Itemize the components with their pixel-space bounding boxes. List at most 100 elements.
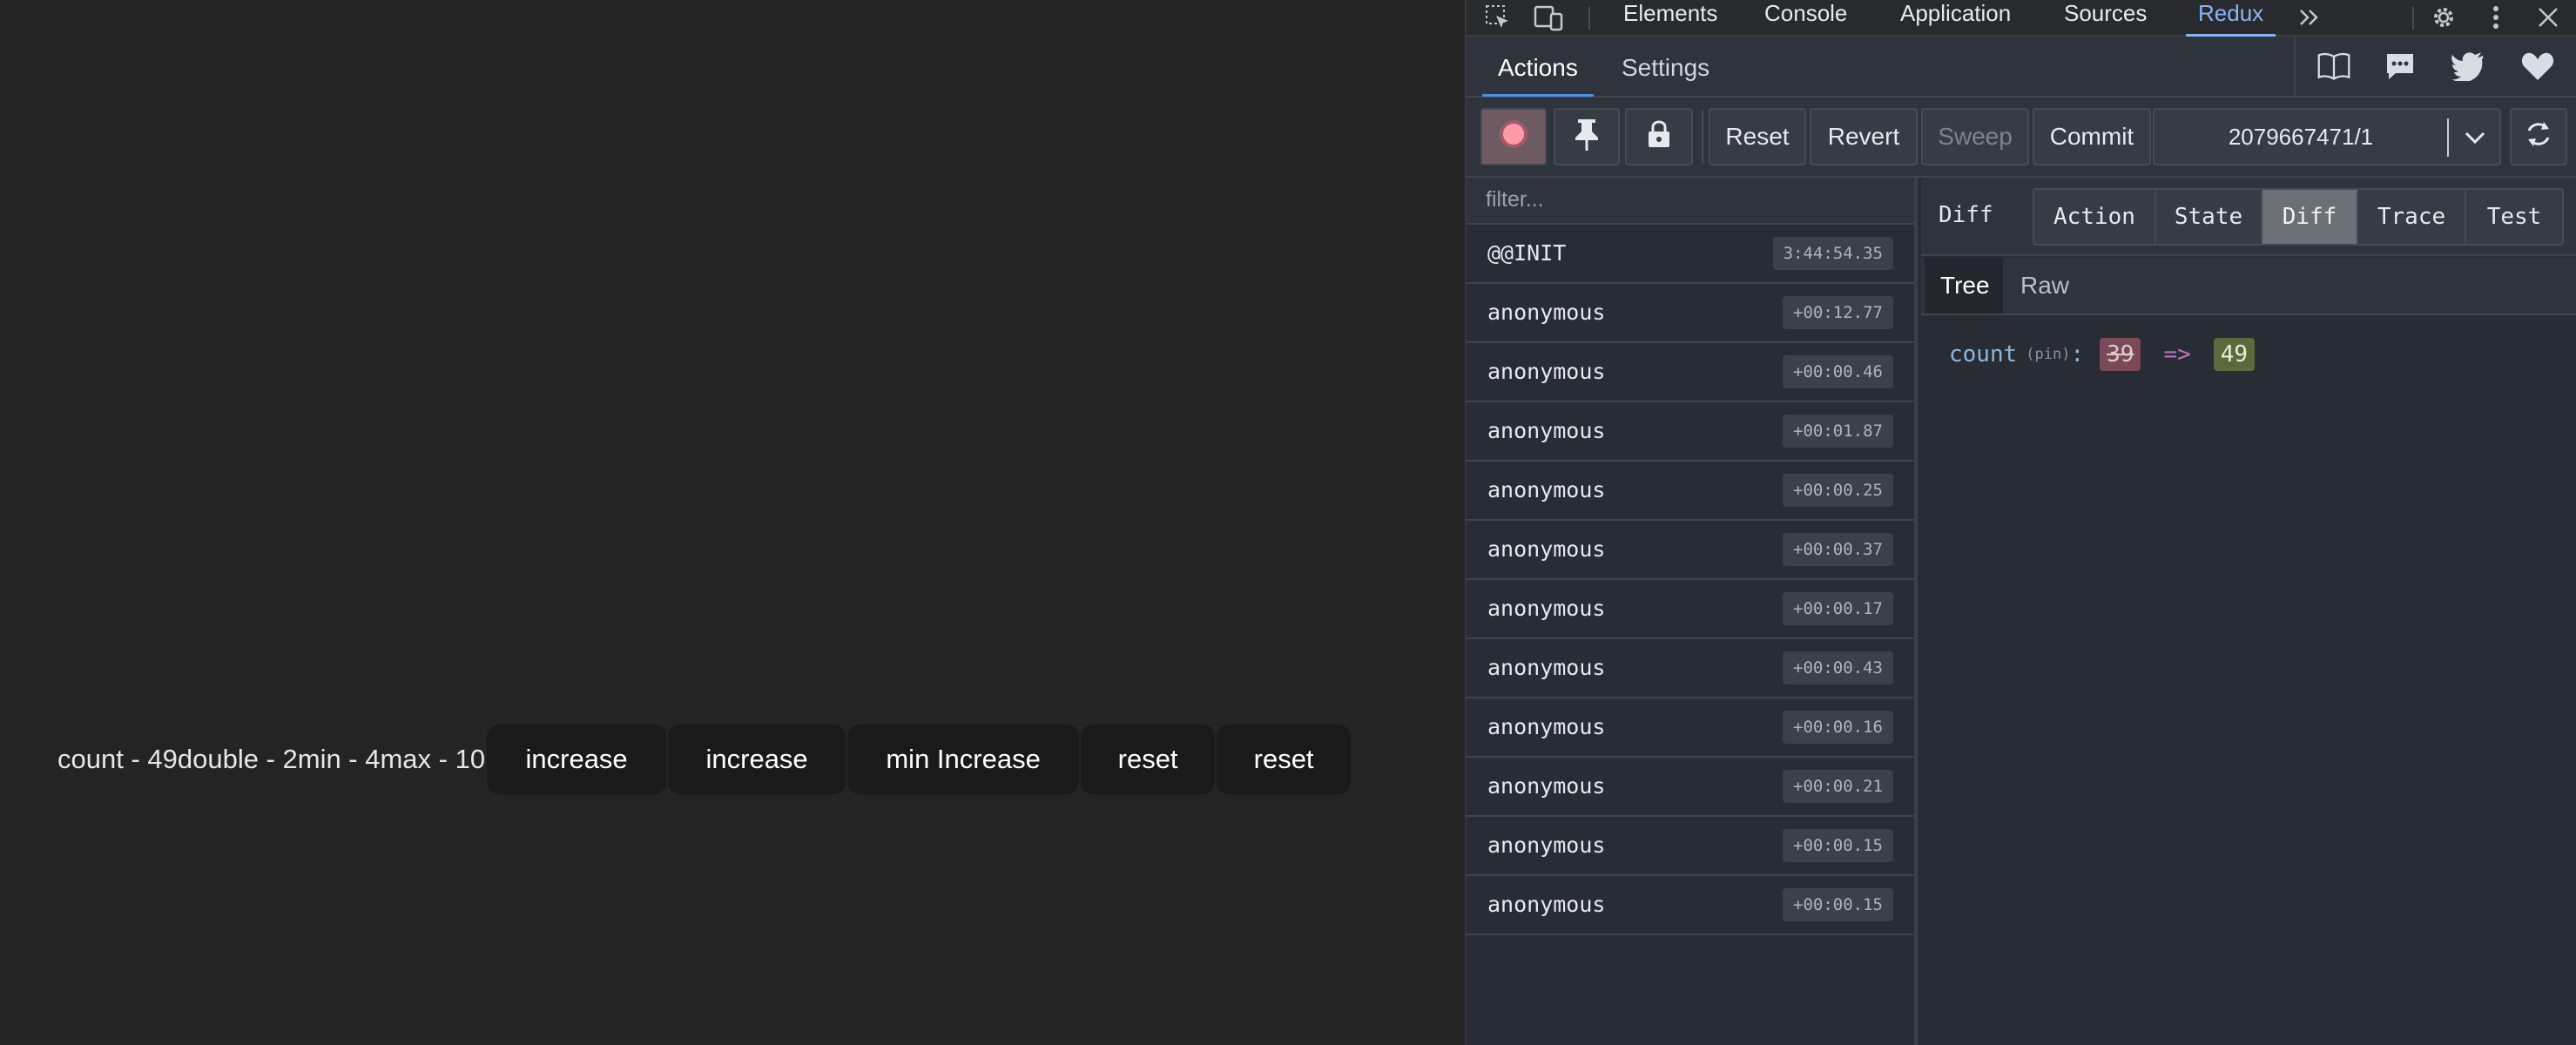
redux-header-icons xyxy=(2294,37,2576,96)
action-item[interactable]: anonymous +00:00.16 xyxy=(1467,698,1914,758)
pin-icon xyxy=(1572,117,1602,158)
tab-raw[interactable]: Raw xyxy=(2005,258,2085,314)
action-name: anonymous xyxy=(1487,536,1606,562)
action-name: anonymous xyxy=(1487,418,1606,443)
sweep-button[interactable]: Sweep xyxy=(1921,108,2029,165)
action-name: anonymous xyxy=(1487,714,1606,739)
tab-elements[interactable]: Elements xyxy=(1623,0,1717,35)
sync-icon xyxy=(2523,118,2554,156)
action-item[interactable]: anonymous +00:00.37 xyxy=(1467,521,1914,580)
settings-icon[interactable] xyxy=(2428,2,2459,33)
increase-button[interactable]: increase xyxy=(487,725,667,794)
action-time: 3:44:54.35 xyxy=(1772,237,1893,270)
action-time: +00:00.15 xyxy=(1783,888,1893,921)
heart-icon[interactable] xyxy=(2520,49,2555,84)
action-item[interactable]: anonymous +00:00.46 xyxy=(1467,343,1914,402)
book-icon[interactable] xyxy=(2316,49,2351,84)
diff-colon: : xyxy=(2070,341,2085,367)
diff-entry: count (pin) : 39 => 49 xyxy=(1949,334,2256,374)
tab-actions[interactable]: Actions xyxy=(1482,54,1594,97)
tab-sources[interactable]: Sources xyxy=(2064,0,2147,35)
app-viewport: count - 49double - 2min - 4max - 10 incr… xyxy=(0,0,1465,1045)
increase-button-2[interactable]: increase xyxy=(668,725,846,794)
diff-old-value: 39 xyxy=(2100,338,2141,371)
action-name: @@INIT xyxy=(1487,240,1567,266)
detail-pane: Diff Action State Diff Trace Test Tree R… xyxy=(1921,178,2576,1045)
toolbar-divider-2 xyxy=(2412,7,2414,30)
chevron-down-icon[interactable] xyxy=(2456,118,2494,157)
commit-button[interactable]: Commit xyxy=(2033,108,2151,165)
lock-icon xyxy=(1646,118,1672,156)
more-tabs-icon[interactable] xyxy=(2294,2,2325,33)
action-item[interactable]: anonymous +00:12.77 xyxy=(1467,284,1914,343)
tab-application[interactable]: Application xyxy=(1900,0,2011,35)
detail-header: Diff Action State Diff Trace Test xyxy=(1921,178,2576,256)
action-name: anonymous xyxy=(1487,892,1606,917)
action-time: +00:00.17 xyxy=(1783,592,1893,625)
lock-button[interactable] xyxy=(1625,108,1693,165)
device-toolbar-icon[interactable] xyxy=(1533,2,1564,33)
filter-bar xyxy=(1467,178,1914,225)
close-icon[interactable] xyxy=(2532,2,2564,33)
record-icon xyxy=(1496,117,1531,158)
min-increase-button[interactable]: min Increase xyxy=(847,725,1080,794)
action-name: anonymous xyxy=(1487,477,1606,502)
tab-redux[interactable]: Redux xyxy=(2185,0,2276,37)
twitter-icon[interactable] xyxy=(2451,49,2485,84)
diff-new-value: 49 xyxy=(2213,338,2256,371)
view-tabs: Tree Raw xyxy=(1921,258,2576,315)
action-item[interactable]: anonymous +00:00.21 xyxy=(1467,758,1914,817)
chat-icon[interactable] xyxy=(2383,49,2418,84)
tab-console[interactable]: Console xyxy=(1764,0,1847,35)
revert-button[interactable]: Revert xyxy=(1810,108,1918,165)
action-item[interactable]: anonymous +00:00.17 xyxy=(1467,580,1914,639)
devtools-panel: Elements Console Application Sources Red… xyxy=(1465,0,2576,1045)
tab-state[interactable]: State xyxy=(2155,188,2262,246)
record-button[interactable] xyxy=(1480,108,1547,165)
action-time: +00:00.21 xyxy=(1783,770,1893,803)
action-name: anonymous xyxy=(1487,655,1606,680)
diff-pin-label[interactable]: (pin) xyxy=(2026,346,2070,363)
pin-button[interactable] xyxy=(1554,108,1620,165)
action-name: anonymous xyxy=(1487,596,1606,621)
diff-arrow: => xyxy=(2163,341,2191,367)
instance-select-value: 2079667471/1 xyxy=(2228,124,2374,150)
action-name: anonymous xyxy=(1487,359,1606,384)
action-time: +00:00.43 xyxy=(1783,651,1893,684)
action-list-panel: @@INIT 3:44:54.35 anonymous +00:12.77 anon… xyxy=(1467,178,1918,1045)
action-name: anonymous xyxy=(1487,833,1606,858)
action-item[interactable]: anonymous +00:00.25 xyxy=(1467,462,1914,521)
action-time: +00:01.87 xyxy=(1783,415,1893,448)
toolbar-separator xyxy=(1702,110,1703,164)
action-name: anonymous xyxy=(1487,773,1606,799)
more-options-icon[interactable] xyxy=(2480,2,2512,33)
instance-select[interactable]: 2079667471/1 xyxy=(2153,108,2501,165)
action-item[interactable]: anonymous +00:00.43 xyxy=(1467,639,1914,698)
action-time: +00:00.37 xyxy=(1783,533,1893,566)
tab-tree[interactable]: Tree xyxy=(1925,258,2003,314)
tab-trace[interactable]: Trace xyxy=(2357,188,2466,246)
redux-toolbar: Reset Revert Sweep Commit 2079667471/1 xyxy=(1467,98,2576,178)
count-text: count - 49double - 2min - 4max - 10 xyxy=(57,744,486,774)
sync-button[interactable] xyxy=(2510,108,2567,165)
action-item[interactable]: @@INIT 3:44:54.35 xyxy=(1467,225,1914,284)
action-item[interactable]: anonymous +00:00.15 xyxy=(1467,817,1914,876)
action-item[interactable]: anonymous +00:00.15 xyxy=(1467,876,1914,935)
tab-settings[interactable]: Settings xyxy=(1622,54,1709,82)
counter-row: count - 49double - 2min - 4max - 10 incr… xyxy=(57,725,1352,794)
action-time: +00:00.15 xyxy=(1783,829,1893,862)
tab-test[interactable]: Test xyxy=(2465,188,2564,246)
reset-action-button[interactable]: Reset xyxy=(1709,108,1806,165)
reset-button[interactable]: reset xyxy=(1081,725,1216,794)
devtools-tabbar: Elements Console Application Sources Red… xyxy=(1467,0,2576,37)
reset-button-2[interactable]: reset xyxy=(1217,725,1352,794)
action-name: anonymous xyxy=(1487,300,1606,325)
filter-input[interactable] xyxy=(1467,178,1914,221)
action-time: +00:00.25 xyxy=(1783,474,1893,507)
action-time: +00:00.46 xyxy=(1783,355,1893,388)
inspect-element-icon[interactable] xyxy=(1482,2,1514,33)
action-time: +00:12.77 xyxy=(1783,296,1893,329)
tab-action[interactable]: Action xyxy=(2033,188,2156,246)
action-item[interactable]: anonymous +00:01.87 xyxy=(1467,402,1914,462)
tab-diff[interactable]: Diff xyxy=(2261,188,2358,246)
